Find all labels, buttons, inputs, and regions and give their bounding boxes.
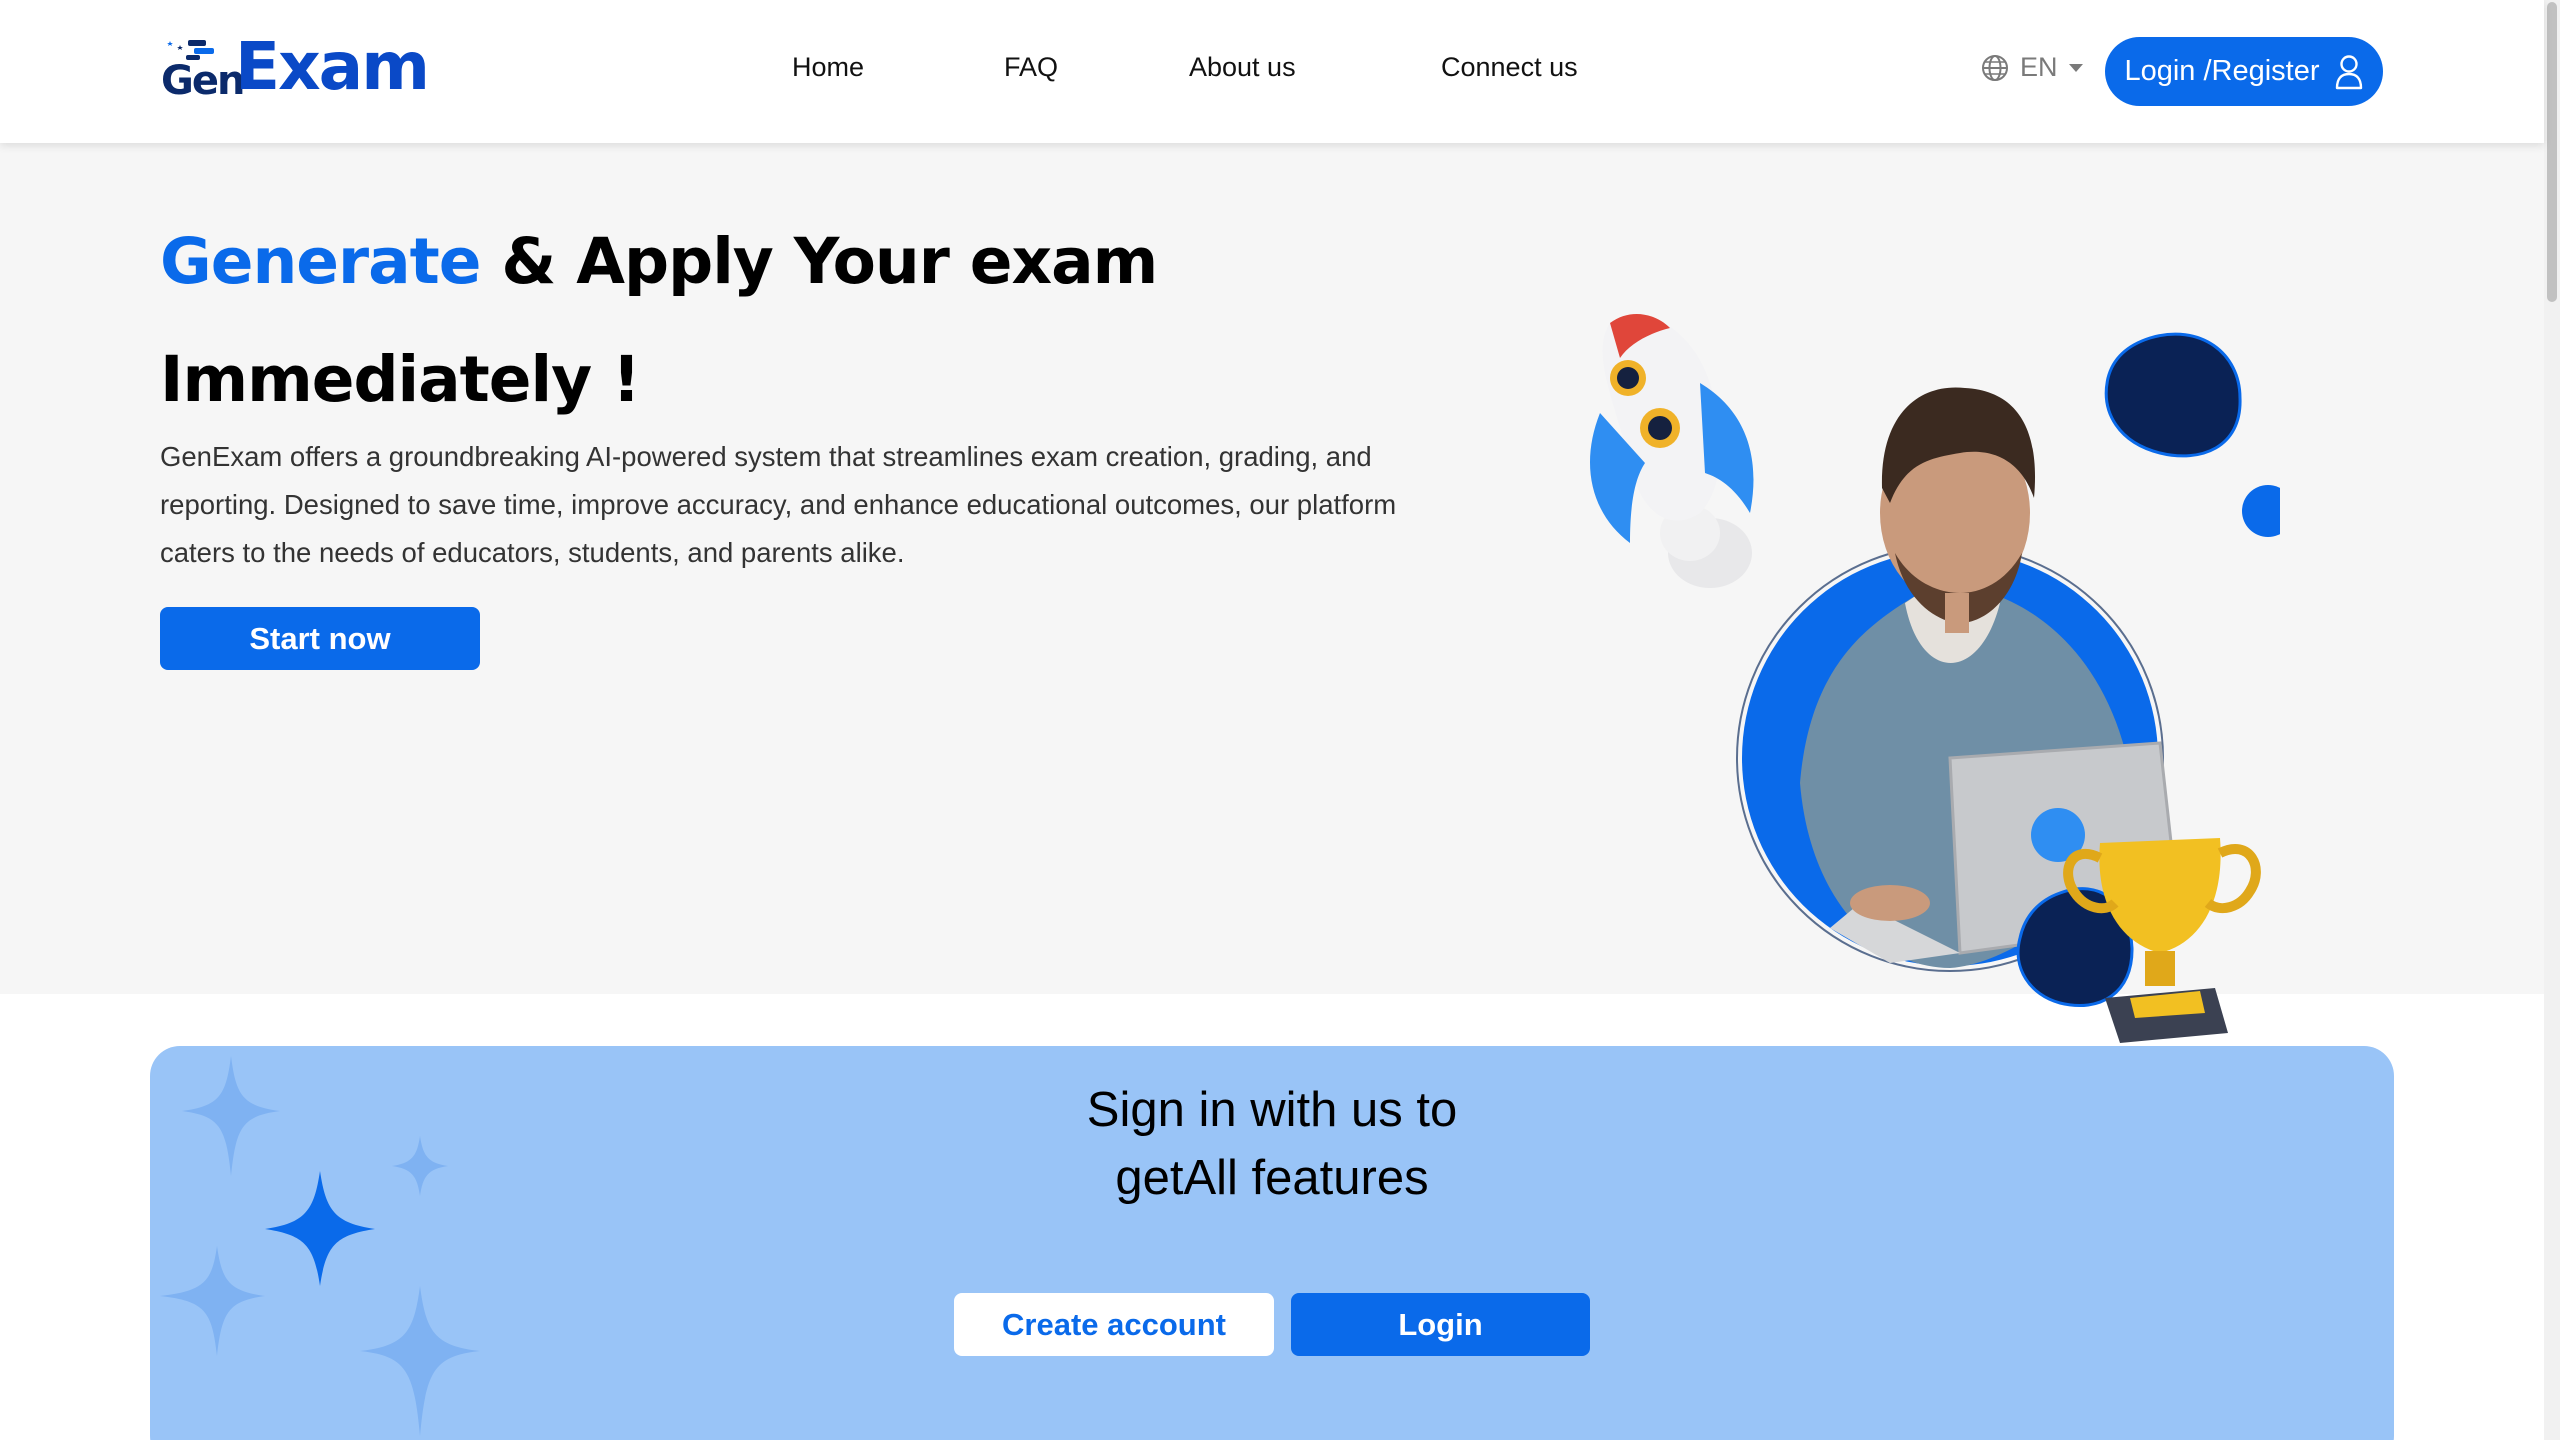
rocket-icon — [1590, 313, 1754, 588]
hero-illustration — [1590, 313, 2280, 1043]
create-account-button[interactable]: Create account — [954, 1293, 1274, 1356]
nav-home[interactable]: Home — [792, 52, 864, 83]
login-register-button[interactable]: Login /Register — [2105, 37, 2383, 106]
hero-title-line2: Immediately ! — [160, 343, 641, 416]
start-now-button[interactable]: Start now — [160, 607, 480, 670]
language-label: EN — [2020, 52, 2058, 82]
login-register-label: Login /Register — [2124, 55, 2320, 87]
signin-banner: Sign in with us to getAll features Creat… — [150, 1046, 2394, 1440]
site-header: Gen Exam Home FAQ About us Connect us EN… — [0, 0, 2544, 143]
hero-section: Generate & Apply Your exam Immediately !… — [0, 143, 2544, 1043]
hero-description: GenExam offers a groundbreaking AI-power… — [160, 441, 1397, 568]
scrollbar-thumb[interactable] — [2547, 2, 2557, 302]
language-selector[interactable]: EN — [1980, 52, 2084, 83]
globe-icon — [1982, 54, 2008, 81]
caret-down-icon — [2068, 63, 2083, 72]
banner-title: Sign in with us to getAll features — [150, 1076, 2394, 1212]
nav-faq[interactable]: FAQ — [1004, 52, 1058, 83]
user-icon — [2335, 54, 2362, 89]
banner-title-line2: getAll features — [1115, 1151, 1429, 1205]
hero-title: Generate & Apply Your exam Immediately ! — [160, 203, 1460, 439]
banner-title-line1: Sign in with us to — [1086, 1083, 1458, 1137]
nav-connect-us[interactable]: Connect us — [1441, 52, 1578, 83]
nav-about-us[interactable]: About us — [1189, 52, 1296, 83]
page-scrollbar[interactable] — [2544, 0, 2560, 1440]
hero-title-rest: & Apply Your exam — [480, 225, 1158, 298]
login-button[interactable]: Login — [1291, 1293, 1590, 1356]
hero-title-accent: Generate — [160, 225, 481, 298]
